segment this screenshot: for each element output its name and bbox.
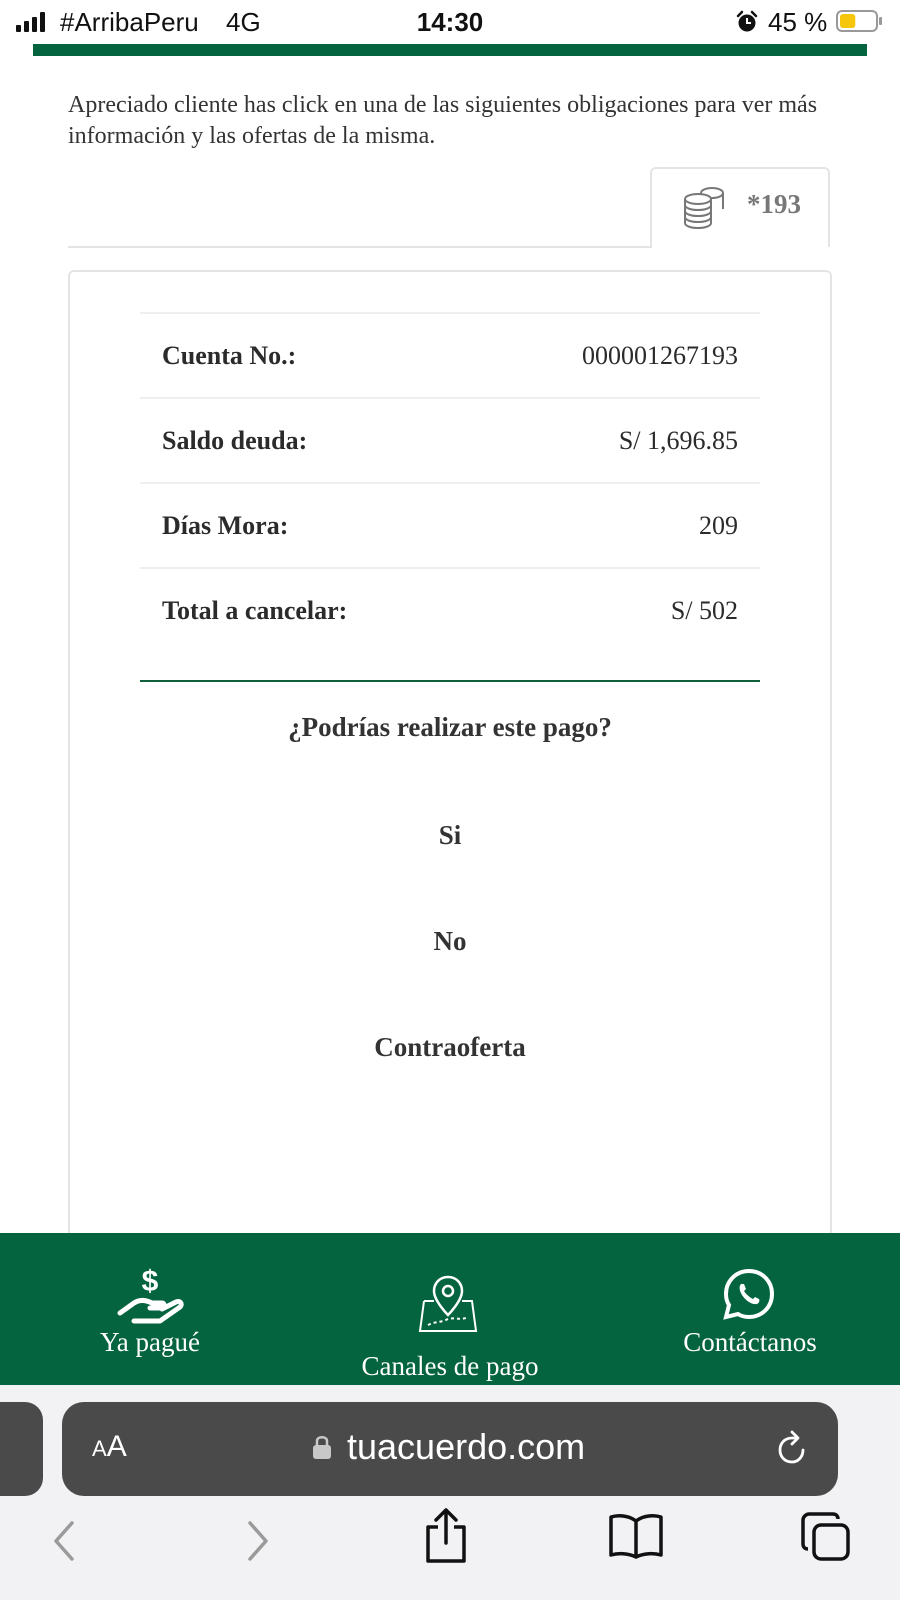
total-to-pay-row: Total a cancelar: S/ 502 [140,569,760,652]
alarm-clock-icon [736,10,758,32]
already-paid-button[interactable]: $ Ya pagué [60,1233,240,1385]
map-pin-icon [418,1275,478,1332]
debt-balance-value: S/ 1,696.85 [618,425,738,455]
bottom-nav: $ Ya pagué Canales de pago Contáctanos [0,1233,900,1385]
url-text[interactable]: tuacuerdo.com [347,1426,585,1468]
obligation-card: Cuenta No.: 000001267193 Saldo deuda: S/… [68,270,832,1270]
reload-icon[interactable] [774,1430,810,1468]
payment-channels-label: Canales de pago [361,1351,539,1381]
days-overdue-row: Días Mora: 209 [140,484,760,569]
contact-us-button[interactable]: Contáctanos [660,1233,840,1385]
account-number-row: Cuenta No.: 000001267193 [140,314,760,399]
reader-settings-button[interactable]: AA [92,1430,127,1464]
coins-stack-icon [684,187,724,230]
battery-icon [836,10,882,32]
section-divider [140,680,760,682]
address-bar[interactable]: AA tuacuerdo.com [62,1402,838,1496]
status-bar: #ArribaPeru 4G 14:30 45 % [0,0,900,44]
counteroffer-button[interactable]: Contraoferta [70,1032,830,1063]
payment-question: ¿Podrías realizar este pago? [288,712,612,742]
debt-balance-row: Saldo deuda: S/ 1,696.85 [140,399,760,484]
account-number-value: 000001267193 [582,340,738,370]
header-accent-bar [33,44,867,56]
whatsapp-icon [723,1268,775,1320]
previous-tab-preview[interactable] [0,1402,43,1496]
account-number-label: Cuenta No.: [162,340,297,370]
clock: 14:30 [416,7,484,37]
contact-us-label: Contáctanos [683,1327,817,1357]
hand-dollar-icon: $ [117,1265,184,1324]
option-yes-button[interactable]: Si [70,820,830,851]
account-tab[interactable]: *193 [650,167,830,247]
total-to-pay-label: Total a cancelar: [162,595,348,625]
browser-chrome: AA tuacuerdo.com [0,1385,900,1600]
lock-icon [313,1436,331,1459]
payment-channels-button[interactable]: Canales de pago [330,1233,570,1385]
intro-text: Apreciado cliente has click en una de la… [68,92,818,149]
tabs-icon[interactable] [800,1511,852,1563]
account-details-table: Cuenta No.: 000001267193 Saldo deuda: S/… [140,312,760,652]
back-icon[interactable] [50,1517,78,1565]
tab-baseline [68,246,652,248]
svg-text:$: $ [142,1265,159,1298]
forward-icon[interactable] [244,1517,272,1565]
bookmarks-icon[interactable] [608,1513,664,1559]
already-paid-label: Ya pagué [100,1327,200,1357]
option-no-button[interactable]: No [70,926,830,957]
account-tab-label: *193 [747,189,801,219]
days-overdue-value: 209 [699,510,738,540]
debt-balance-label: Saldo deuda: [162,425,308,455]
share-icon[interactable] [424,1507,468,1565]
battery-percent: 45 % [768,7,828,37]
days-overdue-label: Días Mora: [162,510,289,540]
total-to-pay-value: S/ 502 [670,595,738,625]
